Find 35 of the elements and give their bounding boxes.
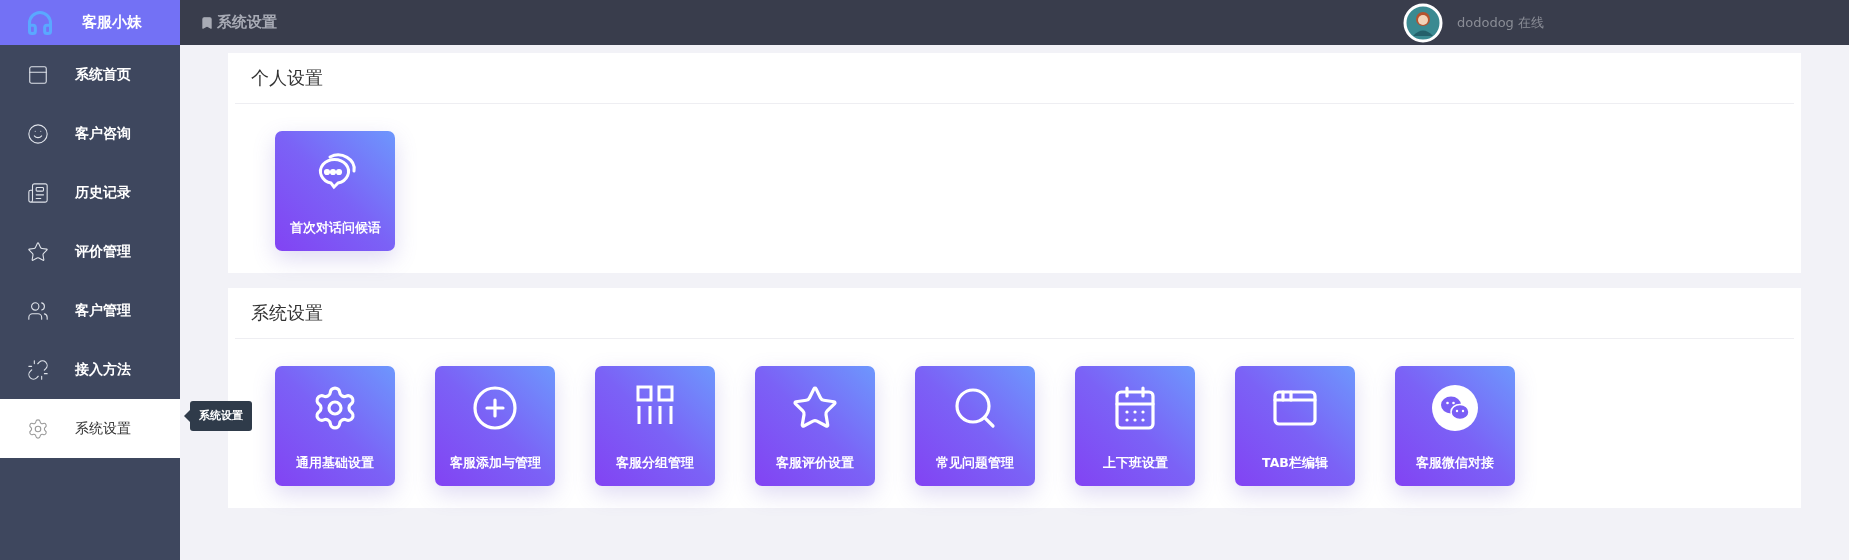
- plus-circle-icon: [471, 384, 519, 432]
- user-status: dododog 在线: [1457, 13, 1544, 32]
- settings-tile[interactable]: 首次对话问候语: [275, 131, 395, 251]
- broken-link-icon: [27, 358, 49, 381]
- settings-tile[interactable]: 上下班设置: [1075, 366, 1195, 486]
- tooltip: 系统设置: [190, 401, 252, 431]
- settings-tile[interactable]: 常见问题管理: [915, 366, 1035, 486]
- settings-tile[interactable]: 客服评价设置: [755, 366, 875, 486]
- sidebar-item[interactable]: 评价管理: [0, 222, 180, 281]
- smiley-icon: [27, 122, 49, 145]
- gear-icon: [27, 417, 49, 440]
- panel-title: 系统设置: [251, 301, 323, 325]
- users-icon: [27, 299, 49, 322]
- chat-bubbles-icon: [1431, 384, 1479, 432]
- settings-tile[interactable]: TAB栏编辑: [1235, 366, 1355, 486]
- settings-tile[interactable]: 通用基础设置: [275, 366, 395, 486]
- newspaper-icon: [27, 181, 49, 204]
- sidebar-item[interactable]: 接入方法: [0, 340, 180, 399]
- window-icon: [27, 63, 49, 86]
- page-title: 系统设置: [217, 13, 277, 32]
- sidebar-item[interactable]: 系统设置: [0, 399, 180, 458]
- headset-icon: [26, 8, 54, 37]
- sidebar-item[interactable]: 客户管理: [0, 281, 180, 340]
- settings-tile[interactable]: 客服微信对接: [1395, 366, 1515, 486]
- panel-title: 个人设置: [251, 66, 323, 90]
- avatar[interactable]: [1403, 2, 1443, 43]
- sidebar-item[interactable]: 客户咨询: [0, 104, 180, 163]
- bookmark-icon: [200, 15, 214, 30]
- brand-name: 客服小妹: [82, 13, 142, 32]
- grid-bars-icon: [635, 384, 675, 426]
- star-icon: [27, 240, 49, 263]
- settings-tile[interactable]: 客服添加与管理: [435, 366, 555, 486]
- sidebar-item[interactable]: 历史记录: [0, 163, 180, 222]
- settings-tile[interactable]: 客服分组管理: [595, 366, 715, 486]
- sidebar-item[interactable]: 系统首页: [0, 45, 180, 104]
